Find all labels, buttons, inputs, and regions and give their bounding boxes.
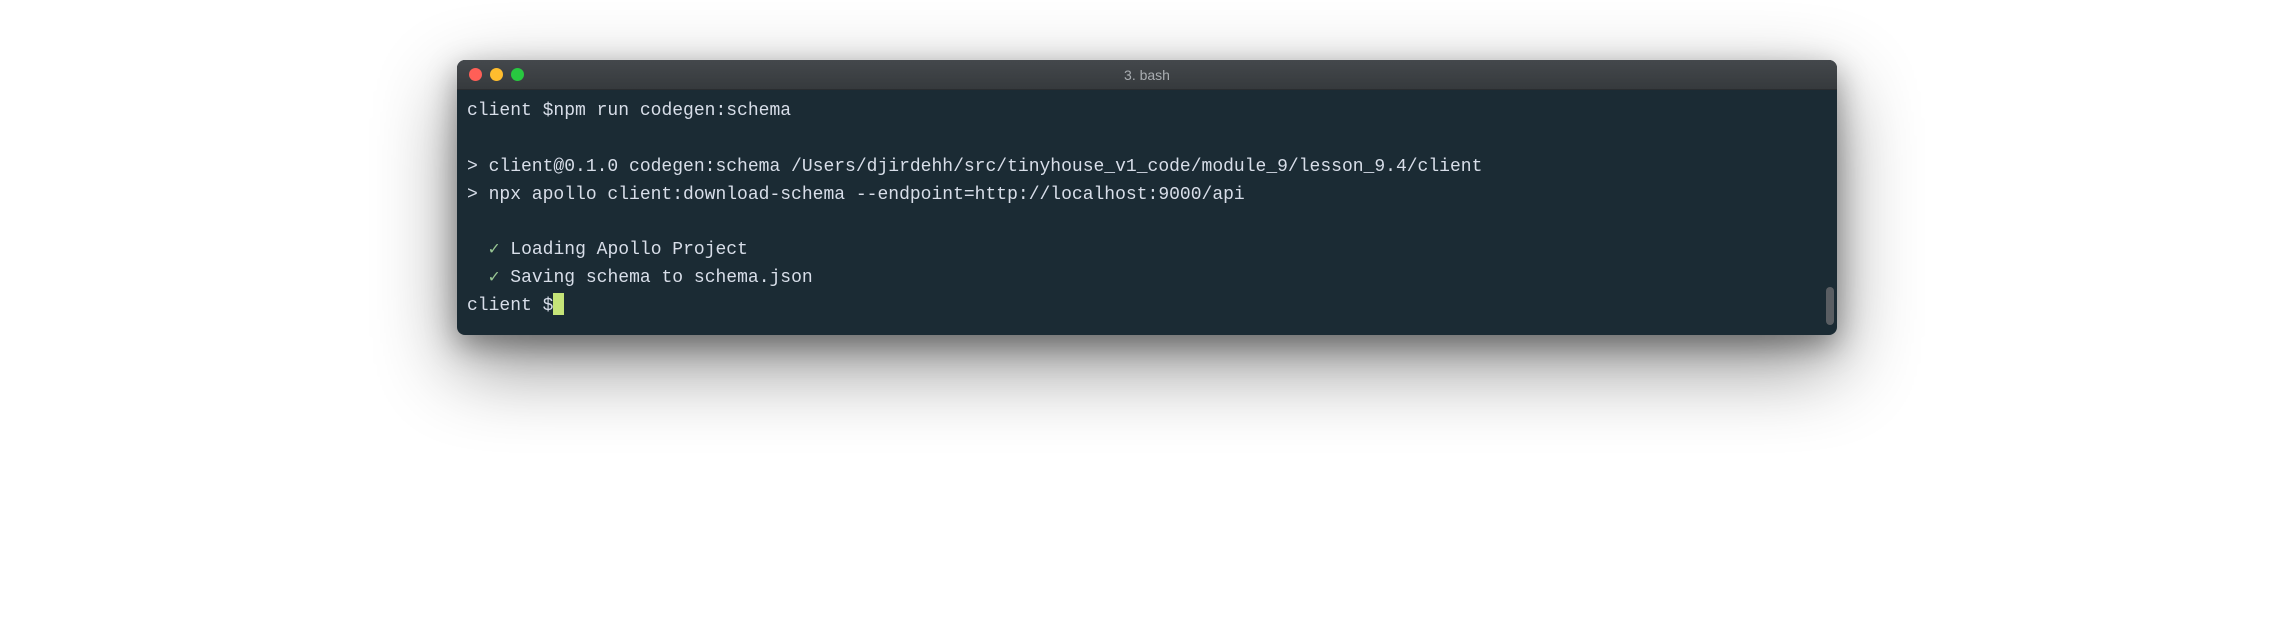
output-text: > client@0.1.0 codegen:schema /Users/dji… xyxy=(467,157,1482,177)
terminal-line: ✓ Saving schema to schema.json xyxy=(467,265,1827,293)
terminal-line: > npx apollo client:download-schema --en… xyxy=(467,182,1827,210)
terminal-window: 3. bash client $npm run codegen:schema >… xyxy=(457,60,1837,335)
check-icon: ✓ xyxy=(489,240,500,260)
close-icon[interactable] xyxy=(469,68,482,81)
check-icon: ✓ xyxy=(489,268,500,288)
terminal-line: > client@0.1.0 codegen:schema /Users/dji… xyxy=(467,154,1827,182)
traffic-lights xyxy=(469,68,524,81)
cursor-icon xyxy=(553,293,564,315)
scrollbar[interactable] xyxy=(1826,287,1834,325)
minimize-icon[interactable] xyxy=(490,68,503,81)
output-text: > npx apollo client:download-schema --en… xyxy=(467,185,1245,205)
prompt: client $ xyxy=(467,296,553,316)
window-title: 3. bash xyxy=(457,67,1837,83)
terminal-line: client $ xyxy=(467,293,1827,321)
maximize-icon[interactable] xyxy=(511,68,524,81)
terminal-line: ✓ Loading Apollo Project xyxy=(467,237,1827,265)
terminal-blank-line xyxy=(467,210,1827,238)
prompt: client $ xyxy=(467,101,553,121)
status-text: Saving schema to schema.json xyxy=(510,268,812,288)
terminal-blank-line xyxy=(467,126,1827,154)
command-text: npm run codegen:schema xyxy=(553,101,791,121)
terminal-line: client $npm run codegen:schema xyxy=(467,98,1827,126)
terminal-body[interactable]: client $npm run codegen:schema > client@… xyxy=(457,90,1837,335)
window-titlebar[interactable]: 3. bash xyxy=(457,60,1837,90)
status-text: Loading Apollo Project xyxy=(510,240,748,260)
